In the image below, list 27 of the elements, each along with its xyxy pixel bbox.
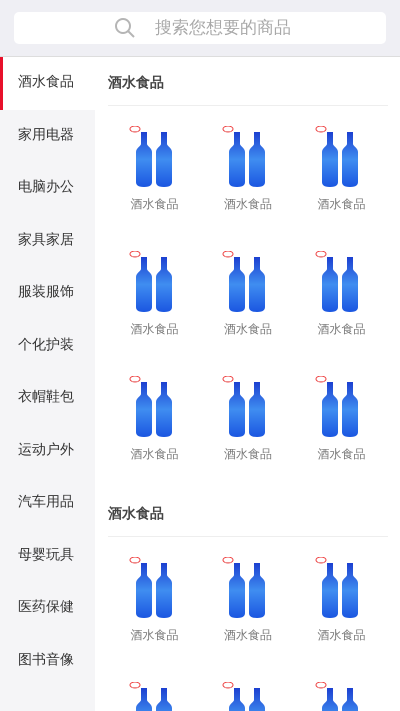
product-name[interactable]: 酒水食品 xyxy=(317,446,366,463)
category-item[interactable]: 服装服饰 xyxy=(0,267,95,320)
product-name[interactable]: 酒水食品 xyxy=(130,196,179,213)
product-name[interactable]: 酒水食品 xyxy=(317,321,366,338)
category-item[interactable]: 医药保健 xyxy=(0,582,95,634)
product-name[interactable]: 酒水食品 xyxy=(224,196,272,213)
category-item[interactable]: 母婴玩具 xyxy=(0,530,95,582)
category-item[interactable]: 汽车用品 xyxy=(0,477,95,530)
category-item[interactable]: 家用电器 xyxy=(0,110,95,162)
product-name[interactable]: 酒水食品 xyxy=(130,321,179,338)
category-item[interactable]: 衣帽鞋包 xyxy=(0,372,95,424)
product-name[interactable]: 酒水食品 xyxy=(130,446,179,463)
category-item[interactable]: 家具家居 xyxy=(0,214,95,267)
product-name[interactable]: 酒水食品 xyxy=(130,627,179,644)
category-item[interactable]: 电脑办公 xyxy=(0,162,95,214)
category-item[interactable]: 运动户外 xyxy=(0,424,95,477)
search-field[interactable]: 搜索您想要的商品 xyxy=(14,12,386,44)
section-title: 酒水食品 xyxy=(108,57,388,106)
product-name[interactable]: 酒水食品 xyxy=(224,627,272,644)
category-item[interactable]: 图书音像 xyxy=(0,634,95,687)
product-name[interactable]: 酒水食品 xyxy=(224,321,272,338)
product-name[interactable]: 酒水食品 xyxy=(317,196,366,213)
section-title: 酒水食品 xyxy=(108,488,388,537)
category-item[interactable]: 个化护装 xyxy=(0,320,95,372)
product-name[interactable]: 酒水食品 xyxy=(224,446,272,463)
product-name[interactable]: 酒水食品 xyxy=(317,627,366,644)
category-item[interactable]: 酒水食品 xyxy=(0,57,95,110)
